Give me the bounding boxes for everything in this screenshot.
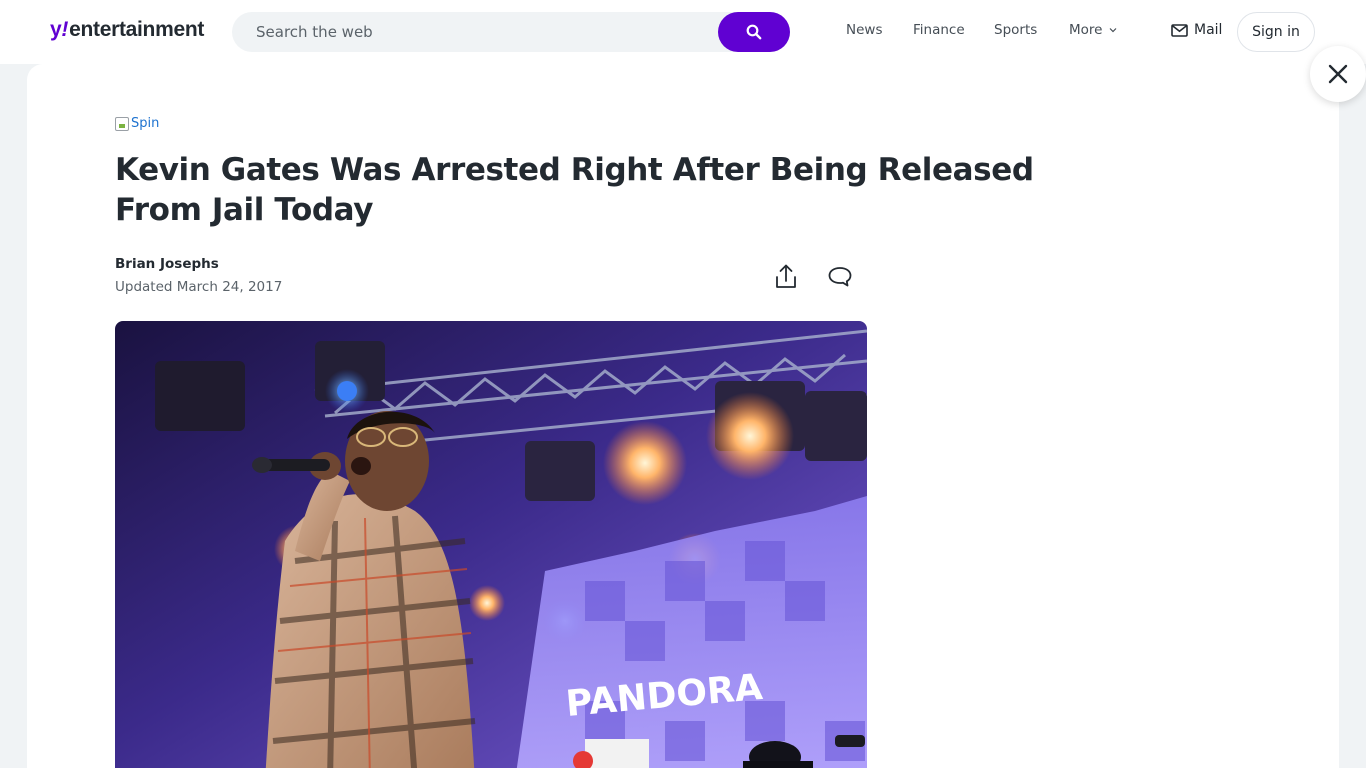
nav-more-label: More [1069,22,1103,38]
nav-more[interactable]: More [1069,22,1117,38]
nav-sports[interactable]: Sports [994,22,1037,38]
source-logo-alt: Spin [131,116,160,131]
author-name[interactable]: Brian Josephs [115,256,219,272]
search-input[interactable] [232,12,718,52]
share-button[interactable] [771,262,801,292]
mail-icon [1171,23,1188,37]
hero-image[interactable]: PANDORA [115,321,867,768]
nav-finance[interactable]: Finance [913,22,965,38]
mail-label: Mail [1194,22,1223,38]
search-bar [232,12,790,52]
nav-news[interactable]: News [846,22,882,38]
close-button[interactable] [1310,46,1366,102]
mail-link[interactable]: Mail [1171,22,1222,38]
updated-date: Updated March 24, 2017 [115,279,283,295]
yahoo-entertainment-logo[interactable]: y!entertainment [50,18,204,42]
article-headline: Kevin Gates Was Arrested Right After Bei… [115,152,1034,228]
source-logo[interactable]: Spin [115,116,159,131]
share-icon [776,264,796,288]
search-button[interactable] [718,12,790,52]
close-icon [1328,64,1348,84]
broken-image-icon [115,116,129,131]
comment-button[interactable] [825,262,855,292]
concert-photo: PANDORA [115,321,867,768]
chevron-down-icon [1109,28,1117,33]
top-header: y!entertainment News Finance Sports More… [0,0,1366,64]
comment-icon [828,267,852,287]
sign-in-button[interactable]: Sign in [1237,12,1315,52]
search-icon [746,24,762,40]
